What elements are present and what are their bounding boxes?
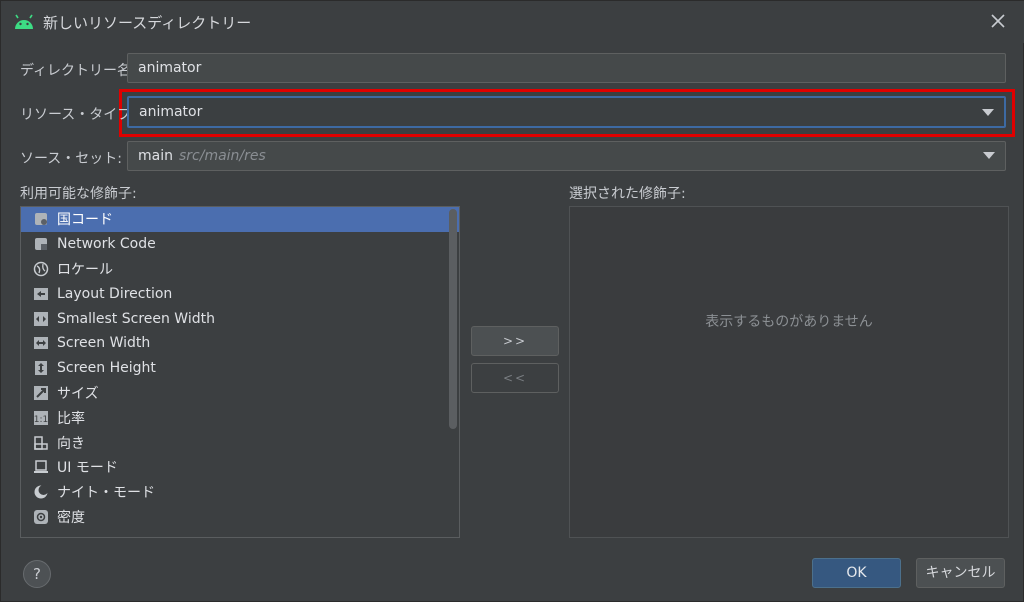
list-item[interactable]: 密度 <box>21 505 459 530</box>
selected-qualifiers-list[interactable]: 表示するものがありません <box>569 206 1009 538</box>
new-resource-directory-dialog: 新しいリソースディレクトリー ディレクトリー名: animator リソース・タ… <box>0 0 1024 602</box>
list-item-label: 向き <box>57 435 85 452</box>
resource-type-label: リソース・タイプ: <box>20 107 137 123</box>
list-item[interactable]: Layout Direction <box>21 281 459 306</box>
source-set-label: ソース・セット: <box>20 151 123 167</box>
list-item-label: ロケール <box>57 261 113 278</box>
chevron-down-icon <box>983 152 995 159</box>
ok-button[interactable]: OK <box>812 558 901 588</box>
remove-qualifier-button[interactable]: << <box>471 363 559 393</box>
list-item-label: Layout Direction <box>57 285 173 302</box>
size-icon <box>34 385 48 400</box>
available-qualifiers-label: 利用可能な修飾子: <box>20 186 137 202</box>
list-item-label: UI モード <box>57 460 118 477</box>
list-scrollbar[interactable] <box>449 209 457 429</box>
country-code-icon <box>35 213 47 226</box>
chevron-down-icon <box>982 109 994 116</box>
list-item[interactable]: Screen Width <box>21 331 459 356</box>
density-icon <box>34 509 48 524</box>
close-icon[interactable] <box>989 12 1007 30</box>
list-item-label: 国コード <box>57 212 113 229</box>
source-set-value: main <box>138 148 173 164</box>
list-item-label: Smallest Screen Width <box>57 310 215 327</box>
list-item[interactable]: ナイト・モード <box>21 480 459 505</box>
list-item-label: Screen Width <box>57 335 151 352</box>
dialog-title: 新しいリソースディレクトリー <box>43 14 252 32</box>
directory-name-label: ディレクトリー名: <box>20 63 136 79</box>
list-item[interactable]: 1:1 比率 <box>21 405 459 430</box>
list-item[interactable]: 向き <box>21 430 459 455</box>
list-item-label: ナイト・モード <box>57 485 155 502</box>
ui-mode-icon <box>34 460 48 474</box>
resource-type-select[interactable]: animator <box>127 96 1006 128</box>
cancel-button[interactable]: キャンセル <box>916 558 1005 588</box>
list-item[interactable]: 国コード <box>21 207 459 232</box>
network-code-icon <box>35 238 47 251</box>
screen-height-icon <box>35 361 47 376</box>
list-item-label: サイズ <box>57 385 99 402</box>
android-icon <box>15 14 33 29</box>
svg-text:1:1: 1:1 <box>34 415 48 425</box>
directory-name-value: animator <box>138 60 202 76</box>
empty-list-message: 表示するものがありません <box>705 314 873 330</box>
add-qualifier-button[interactable]: >> <box>471 326 559 356</box>
globe-icon <box>33 261 49 277</box>
list-item[interactable]: Network Code <box>21 232 459 257</box>
list-item-label: 密度 <box>57 509 85 526</box>
list-item[interactable]: ロケール <box>21 257 459 282</box>
list-item[interactable]: Smallest Screen Width <box>21 306 459 331</box>
list-item[interactable]: UI モード <box>21 455 459 480</box>
screen-width-icon <box>34 337 48 350</box>
layout-direction-icon <box>34 287 48 300</box>
list-item[interactable]: サイズ <box>21 381 459 406</box>
directory-name-input[interactable]: animator <box>127 53 1006 83</box>
list-item-label: Network Code <box>57 236 156 253</box>
resource-type-value: animator <box>139 104 203 120</box>
title-bar: 新しいリソースディレクトリー <box>1 1 1024 43</box>
list-item-label: Screen Height <box>57 360 156 377</box>
help-button[interactable]: ? <box>23 560 51 588</box>
selected-qualifiers-label: 選択された修飾子: <box>569 186 686 202</box>
ratio-icon: 1:1 <box>34 410 48 425</box>
smallest-width-icon <box>34 311 48 326</box>
available-qualifiers-list[interactable]: 国コード Network Code ロケール Layout Direction Smal… <box>20 206 460 538</box>
source-set-path: src/main/res <box>178 148 266 164</box>
night-mode-icon <box>34 485 49 499</box>
list-item-label: 比率 <box>57 410 85 427</box>
list-item[interactable]: Screen Height <box>21 356 459 381</box>
orientation-icon <box>34 435 48 450</box>
source-set-select[interactable]: main src/main/res <box>127 141 1006 171</box>
